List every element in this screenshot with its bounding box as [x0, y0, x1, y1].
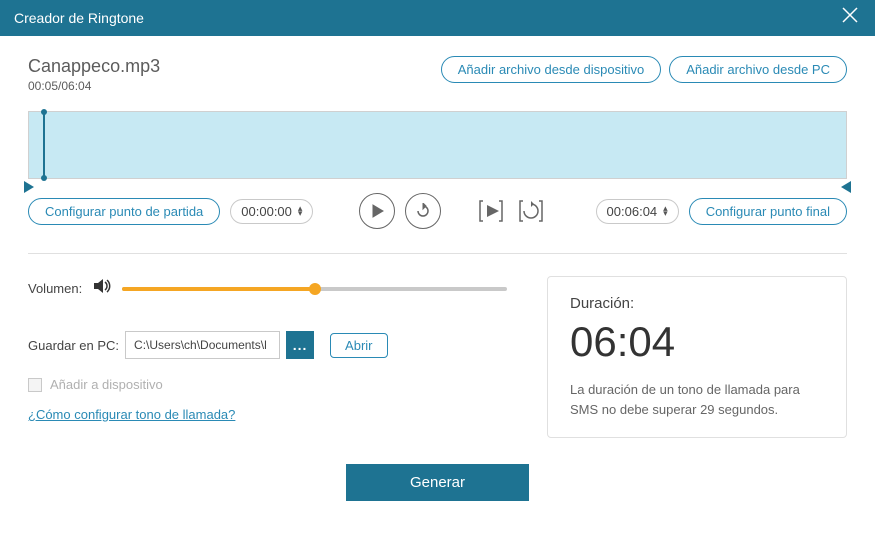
playhead-marker[interactable] — [43, 112, 45, 178]
add-to-device-checkbox[interactable] — [28, 378, 42, 392]
replay-button[interactable] — [405, 193, 441, 229]
start-time-spinner[interactable]: ▴▾ — [298, 206, 303, 216]
waveform-area[interactable] — [28, 111, 847, 179]
end-time-value: 00:06:04 — [607, 204, 658, 219]
close-icon[interactable] — [841, 6, 859, 27]
divider — [28, 253, 847, 254]
start-time-input[interactable]: 00:00:00 ▴▾ — [230, 199, 313, 224]
add-to-device-label: Añadir a dispositivo — [50, 377, 163, 392]
generate-button[interactable]: Generar — [346, 464, 529, 501]
volume-label: Volumen: — [28, 281, 82, 296]
end-time-spinner[interactable]: ▴▾ — [663, 206, 668, 216]
play-button[interactable] — [359, 193, 395, 229]
timecode: 00:05/06:04 — [28, 79, 160, 93]
set-end-button[interactable]: Configurar punto final — [689, 198, 847, 225]
duration-value: 06:04 — [570, 318, 824, 366]
volume-slider[interactable] — [122, 287, 507, 291]
file-info: Canappeco.mp3 00:05/06:04 — [28, 56, 160, 93]
end-time-input[interactable]: 00:06:04 ▴▾ — [596, 199, 679, 224]
bracket-loop-button[interactable] — [513, 193, 549, 229]
duration-panel: Duración: 06:04 La duración de un tono d… — [547, 276, 847, 438]
duration-label: Duración: — [570, 295, 824, 312]
bracket-play-button[interactable] — [473, 193, 509, 229]
duration-note: La duración de un tono de llamada para S… — [570, 380, 824, 419]
titlebar: Creador de Ringtone — [0, 0, 875, 36]
add-from-device-button[interactable]: Añadir archivo desde dispositivo — [441, 56, 661, 83]
start-time-value: 00:00:00 — [241, 204, 292, 219]
titlebar-title: Creador de Ringtone — [14, 10, 144, 26]
start-handle[interactable] — [24, 181, 34, 193]
save-label: Guardar en PC: — [28, 338, 119, 353]
speaker-icon — [92, 276, 112, 301]
set-start-button[interactable]: Configurar punto de partida — [28, 198, 220, 225]
open-button[interactable]: Abrir — [330, 333, 387, 358]
end-handle[interactable] — [841, 181, 851, 193]
add-from-pc-button[interactable]: Añadir archivo desde PC — [669, 56, 847, 83]
browse-button[interactable]: ... — [286, 331, 314, 359]
volume-thumb[interactable] — [309, 283, 321, 295]
save-path-input[interactable] — [125, 331, 280, 359]
help-link[interactable]: ¿Cómo configurar tono de llamada? — [28, 407, 235, 422]
filename: Canappeco.mp3 — [28, 56, 160, 77]
